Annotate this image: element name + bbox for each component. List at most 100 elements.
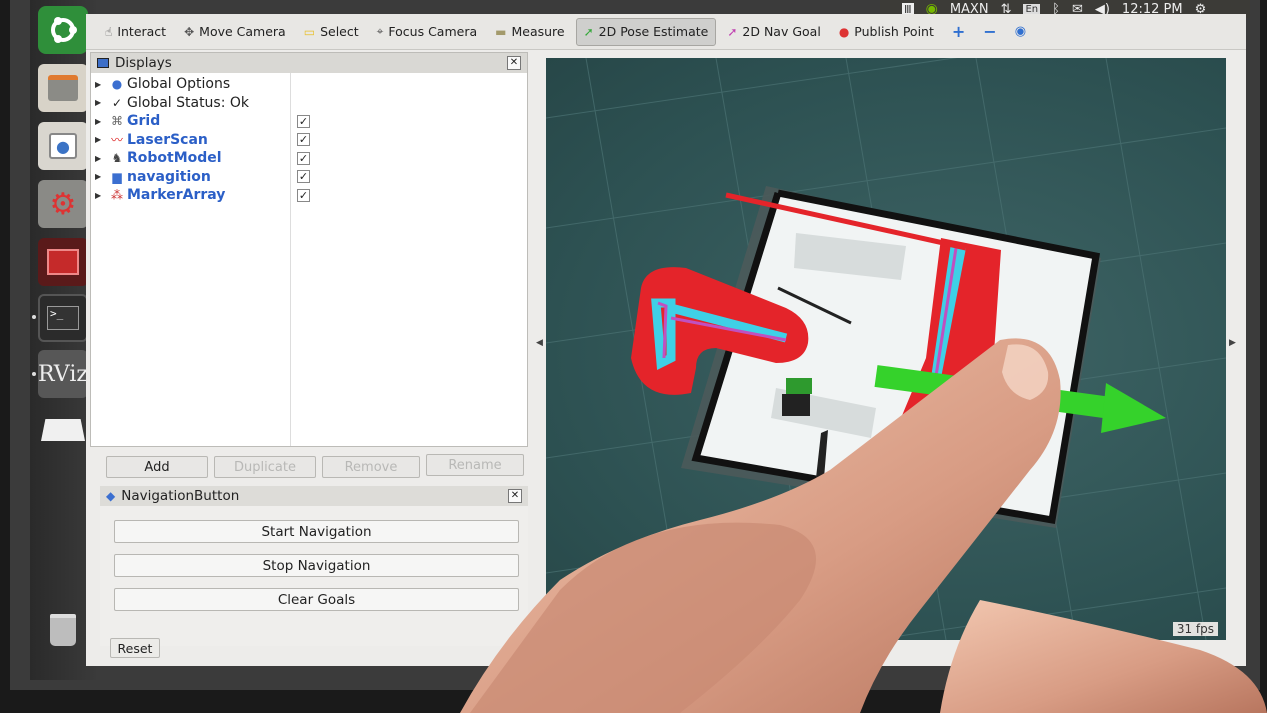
reset-button[interactable]: Reset [110, 638, 160, 658]
tool-2d-pose-estimate[interactable]: ➚ 2D Pose Estimate [575, 17, 717, 46]
tool-focus-camera[interactable]: ⌖ Focus Camera [370, 18, 485, 46]
displays-tree: ▶ ● Global Options ▶ ✓ Global Status: Ok… [91, 73, 527, 205]
expand-arrow-icon[interactable]: ▶ [95, 117, 107, 126]
rviz-icon[interactable]: RViz [38, 350, 88, 398]
display-item-global-options[interactable]: ▶ ● Global Options [91, 75, 527, 94]
terminal-icon[interactable]: >_ [38, 294, 88, 342]
expand-arrow-icon[interactable]: ▶ [95, 135, 107, 144]
publish-point-icon: ● [838, 24, 850, 39]
duplicate-display-button[interactable]: Duplicate [214, 456, 316, 478]
display-checkbox[interactable]: ✓ [297, 151, 310, 165]
tool-label: Publish Point [854, 24, 934, 39]
expand-arrow-icon[interactable]: ▶ [95, 172, 107, 181]
rviz-window: ☝ Interact ✥ Move Camera ▭ Select ⌖ Focus Ca… [86, 14, 1246, 666]
focus-camera-icon: ⌖ [376, 24, 384, 38]
display-label: Global Status: Ok [127, 94, 250, 111]
fps-counter: 31 fps [1172, 622, 1218, 636]
eye-icon: ◉ [1014, 24, 1027, 39]
display-checkbox[interactable]: ✓ [297, 133, 310, 147]
trash-icon[interactable] [38, 606, 88, 654]
map-render [546, 58, 1226, 640]
tool-interact[interactable]: ☝ Interact [98, 18, 173, 46]
add-tool-button[interactable]: + [945, 18, 972, 46]
display-checkbox[interactable]: ✓ [297, 188, 310, 202]
navigation-title-bar: ◆ NavigationButton ✕ [100, 486, 528, 506]
displays-close-icon[interactable]: ✕ [507, 56, 521, 70]
navigation-button-panel: ◆ NavigationButton ✕ Start Navigation St… [100, 486, 528, 646]
tool-label: 2D Pose Estimate [598, 24, 709, 39]
ubuntu-logo-icon[interactable] [38, 6, 88, 54]
settings-icon[interactable]: ⚙ [38, 180, 88, 228]
keyboard-layout[interactable]: En [1023, 3, 1041, 15]
display-item-markerarray[interactable]: ▶ ⁂ MarkerArray ✓ [91, 186, 527, 205]
tool-label: 2D Nav Goal [742, 24, 821, 39]
tool-label: Measure [511, 24, 565, 39]
displays-title-bar: Displays ✕ [91, 53, 527, 73]
globe-icon: ● [111, 77, 123, 92]
tool-label: Focus Camera [388, 24, 478, 39]
tool-measure[interactable]: ▬ Measure [488, 18, 571, 46]
display-item-navagition[interactable]: ▶ ▆ navagition ✓ [91, 168, 527, 187]
tool-publish-point[interactable]: ● Publish Point [832, 18, 941, 46]
measure-icon: ▬ [495, 24, 507, 39]
display-label: Grid [127, 113, 161, 130]
laserscan-icon: 〰 [110, 133, 123, 148]
folder-icon: ▆ [112, 169, 122, 184]
displays-icon [97, 58, 109, 68]
expand-arrow-icon[interactable]: ▶ [95, 98, 107, 107]
plus-icon: + [951, 22, 966, 41]
navigation-close-icon[interactable]: ✕ [508, 489, 522, 503]
rviz-toolbar: ☝ Interact ✥ Move Camera ▭ Select ⌖ Focus Ca… [86, 14, 1246, 50]
displays-panel: Displays ✕ ▶ ● Global Options ▶ ✓ Global… [90, 52, 528, 447]
display-item-robotmodel[interactable]: ▶ ♞ RobotModel ✓ [91, 149, 527, 168]
clear-goals-button[interactable]: Clear Goals [114, 588, 519, 611]
display-label: LaserScan [127, 131, 208, 148]
collapse-left-arrow-icon[interactable]: ◀ [536, 338, 543, 348]
tool-2d-nav-goal[interactable]: ➚ 2D Nav Goal [720, 18, 827, 46]
select-icon: ▭ [303, 24, 316, 39]
stop-navigation-button[interactable]: Stop Navigation [114, 554, 519, 577]
displays-title: Displays [115, 55, 172, 71]
tool-label: Move Camera [199, 24, 286, 39]
grid-icon: ⌘ [111, 114, 123, 129]
tool-select[interactable]: ▭ Select [297, 18, 366, 46]
display-item-grid[interactable]: ▶ ⌘ Grid ✓ [91, 112, 527, 131]
move-camera-icon: ✥ [184, 24, 195, 39]
display-checkbox[interactable]: ✓ [297, 170, 310, 184]
remove-tool-button[interactable]: − [976, 18, 1003, 46]
remove-display-button[interactable]: Remove [322, 456, 420, 478]
workspace-icon[interactable] [38, 406, 88, 454]
navigation-title: NavigationButton [121, 488, 240, 504]
display-label: navagition [127, 168, 211, 185]
3d-view[interactable]: 31 fps [546, 58, 1226, 640]
expand-arrow-icon[interactable]: ▶ [95, 191, 107, 200]
display-item-laserscan[interactable]: ▶ 〰 LaserScan ✓ [91, 131, 527, 150]
display-label: Global Options [127, 76, 231, 93]
robot-icon: ♞ [111, 151, 123, 166]
files-icon[interactable] [38, 64, 88, 112]
tool-label: Select [320, 24, 359, 39]
tool-properties-button[interactable]: ◉ [1008, 18, 1033, 46]
check-icon: ✓ [111, 95, 123, 110]
robot-model [786, 378, 812, 394]
diamond-icon: ◆ [106, 489, 116, 503]
add-display-button[interactable]: Add [106, 456, 208, 478]
collapse-right-arrow-icon[interactable]: ▶ [1229, 338, 1236, 348]
software-center-icon[interactable]: ● [38, 122, 88, 170]
tool-move-camera[interactable]: ✥ Move Camera [177, 18, 293, 46]
display-label: RobotModel [127, 150, 222, 167]
minus-icon: − [983, 22, 997, 41]
nav-goal-icon: ➚ [727, 24, 738, 39]
expand-arrow-icon[interactable]: ▶ [95, 80, 107, 89]
rename-display-button[interactable]: Rename [426, 454, 524, 476]
display-item-global-status[interactable]: ▶ ✓ Global Status: Ok [91, 94, 527, 113]
start-navigation-button[interactable]: Start Navigation [114, 520, 519, 543]
expand-arrow-icon[interactable]: ▶ [95, 154, 107, 163]
marker-icon: ⁂ [111, 188, 123, 203]
display-checkbox[interactable]: ✓ [297, 114, 310, 128]
display-label: MarkerArray [127, 187, 226, 204]
presentation-icon[interactable] [38, 238, 88, 286]
pose-estimate-icon: ➚ [583, 24, 594, 39]
interact-icon: ☝ [105, 24, 113, 39]
tool-label: Interact [117, 24, 167, 39]
